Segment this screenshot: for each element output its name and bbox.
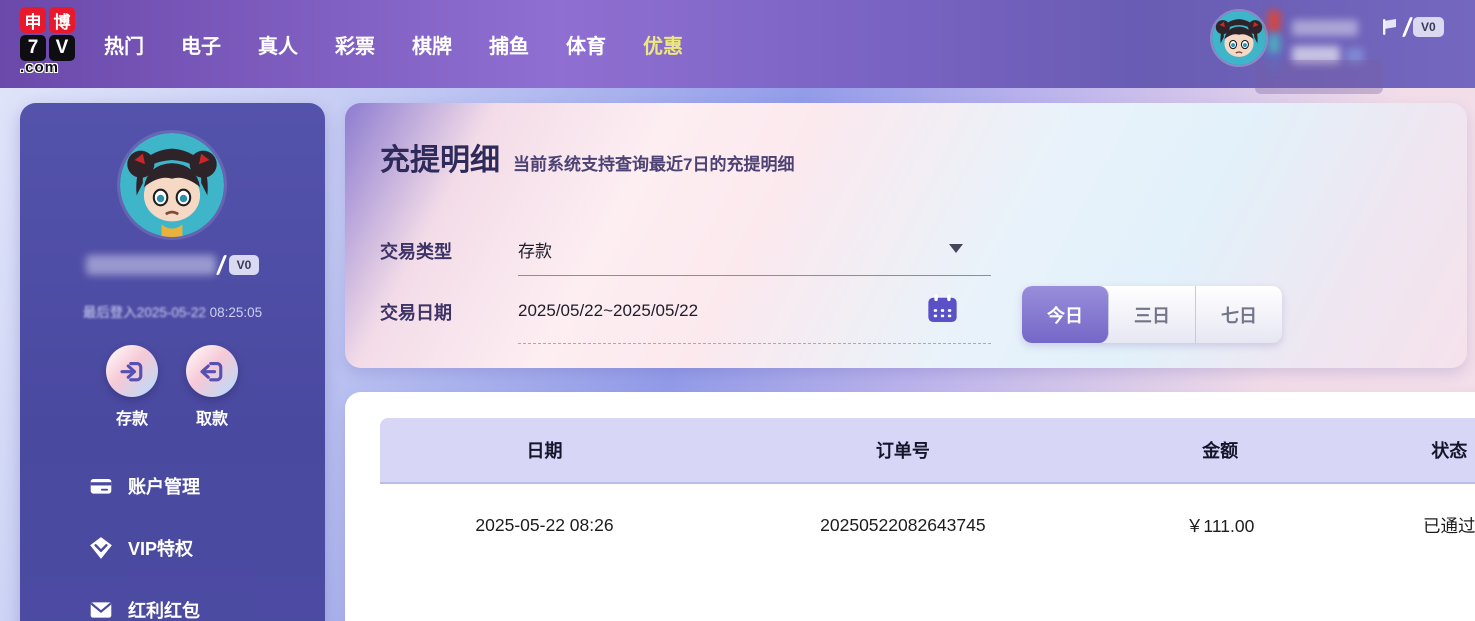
nav-item-cards[interactable]: 棋牌 xyxy=(412,30,452,59)
withdraw-arrow-icon xyxy=(200,361,223,382)
filter-card: 充提明细 当前系统支持查询最近7日的充提明细 交易类型 存款 交易日期 2025… xyxy=(345,103,1467,368)
withdraw-label: 取款 xyxy=(195,411,228,428)
transaction-type-value: 存款 xyxy=(518,242,552,261)
avatar-image xyxy=(1212,11,1266,65)
transaction-type-row: 交易类型 存款 xyxy=(380,237,991,264)
avatar-image xyxy=(120,133,224,237)
calendar-icon[interactable] xyxy=(926,293,959,324)
table-header-row: 日期 订单号 金额 状态 xyxy=(380,418,1475,484)
chevron-down-icon[interactable] xyxy=(949,244,963,253)
nav-item-live[interactable]: 真人 xyxy=(258,30,298,59)
date-range-input[interactable]: 2025/05/22~2025/05/22 xyxy=(518,294,991,323)
sidebar-item-label: 红利红包 xyxy=(128,601,200,621)
withdraw-button[interactable]: 取款 xyxy=(172,345,252,429)
date-underline xyxy=(518,343,991,344)
sidebar-vip-badge: V0 xyxy=(228,255,260,275)
date-range-value: 2025/05/22~2025/05/22 xyxy=(518,301,699,320)
main-nav: 热门 电子 真人 彩票 棋牌 捕鱼 体育 优惠 xyxy=(104,0,683,88)
logo-char-1: 申 xyxy=(20,7,46,33)
deposit-button[interactable]: 存款 xyxy=(92,345,172,429)
nav-item-lottery[interactable]: 彩票 xyxy=(335,30,375,59)
nav-item-hot[interactable]: 热门 xyxy=(104,30,144,59)
user-status-blur-2 xyxy=(1268,34,1280,54)
vip-flag-icon xyxy=(1383,19,1396,35)
page-title-row: 充提明细 当前系统支持查询最近7日的充提明细 xyxy=(380,135,794,179)
deposit-label: 存款 xyxy=(115,411,148,428)
tab-seven-days[interactable]: 七日 xyxy=(1196,286,1282,343)
page-subtitle: 当前系统支持查询最近7日的充提明细 xyxy=(513,155,795,174)
sidebar-username-row: V0 xyxy=(20,255,325,275)
cell-amount: ￥111.00 xyxy=(1185,515,1255,536)
records-table-card: 日期 订单号 金额 状态 2025-05-22 08:26 2025052208… xyxy=(345,392,1475,621)
nav-item-promo[interactable]: 优惠 xyxy=(643,30,683,59)
top-navigation-bar: 申 博 7 V .com 热门 电子 真人 彩票 棋牌 捕鱼 体育 优惠 V0 xyxy=(0,0,1475,94)
vip-badge-label: V0 xyxy=(1413,17,1444,37)
select-underline xyxy=(518,275,991,276)
last-login-text: 最后登入2025-05-22 08:25:05 xyxy=(82,305,263,320)
cell-order-no: 20250522082643745 xyxy=(820,514,986,535)
nav-item-slots[interactable]: 电子 xyxy=(181,30,221,59)
site-logo[interactable]: 申 博 7 V .com xyxy=(20,7,78,76)
sidebar-avatar[interactable] xyxy=(120,133,224,237)
username-blur xyxy=(1292,20,1358,36)
logo-com: .com xyxy=(20,59,60,76)
header-amount: 金额 xyxy=(1202,441,1239,461)
cell-date: 2025-05-22 08:26 xyxy=(475,514,614,535)
user-avatar[interactable] xyxy=(1210,9,1268,67)
sidebar-profile-card: V0 最后登入2025-05-22 08:25:05 存款 取款 账户管理 VI… xyxy=(20,103,325,621)
sidebar-item-label: 账户管理 xyxy=(128,477,200,497)
logo-char-2: 博 xyxy=(49,7,75,33)
header-status: 状态 xyxy=(1431,441,1468,461)
sidebar-item-label: VIP特权 xyxy=(128,539,194,559)
transaction-date-row: 交易日期 2025/05/22~2025/05/22 xyxy=(380,294,991,325)
sidebar-item-vip[interactable]: VIP特权 xyxy=(20,517,325,579)
transaction-type-label: 交易类型 xyxy=(380,241,452,262)
cell-status: 已通过 xyxy=(1423,515,1475,536)
sidebar-username-blur xyxy=(85,255,216,275)
table-row: 2025-05-22 08:26 20250522082643745 ￥111.… xyxy=(380,484,1475,566)
logo-7: 7 xyxy=(20,35,46,61)
nav-item-sports[interactable]: 体育 xyxy=(566,30,606,59)
sidebar-item-bonus[interactable]: 红利红包 xyxy=(20,579,325,621)
user-dropdown-hint xyxy=(1255,60,1383,94)
sidebar-item-account[interactable]: 账户管理 xyxy=(20,455,325,517)
envelope-icon xyxy=(90,602,112,618)
range-tab-group: 今日 三日 七日 xyxy=(1022,286,1282,343)
transaction-date-label: 交易日期 xyxy=(380,303,452,323)
deposit-arrow-icon xyxy=(120,361,143,382)
tab-three-days[interactable]: 三日 xyxy=(1109,286,1196,343)
badge-slash xyxy=(215,255,227,275)
page-title: 充提明细 xyxy=(380,144,500,177)
header-date: 日期 xyxy=(526,441,563,461)
records-table: 日期 订单号 金额 状态 2025-05-22 08:26 2025052208… xyxy=(380,418,1475,566)
transaction-type-select[interactable]: 存款 xyxy=(518,237,991,264)
sidebar-menu: 账户管理 VIP特权 红利红包 xyxy=(20,455,325,621)
logo-v: V xyxy=(49,35,75,61)
user-status-blur xyxy=(1268,10,1280,32)
vip-gem-icon xyxy=(90,537,112,559)
card-icon xyxy=(90,478,112,494)
vip-level-badge[interactable]: V0 xyxy=(1382,17,1444,37)
tab-today[interactable]: 今日 xyxy=(1022,286,1109,343)
header-order-no: 订单号 xyxy=(875,441,930,461)
nav-item-fishing[interactable]: 捕鱼 xyxy=(489,30,529,59)
